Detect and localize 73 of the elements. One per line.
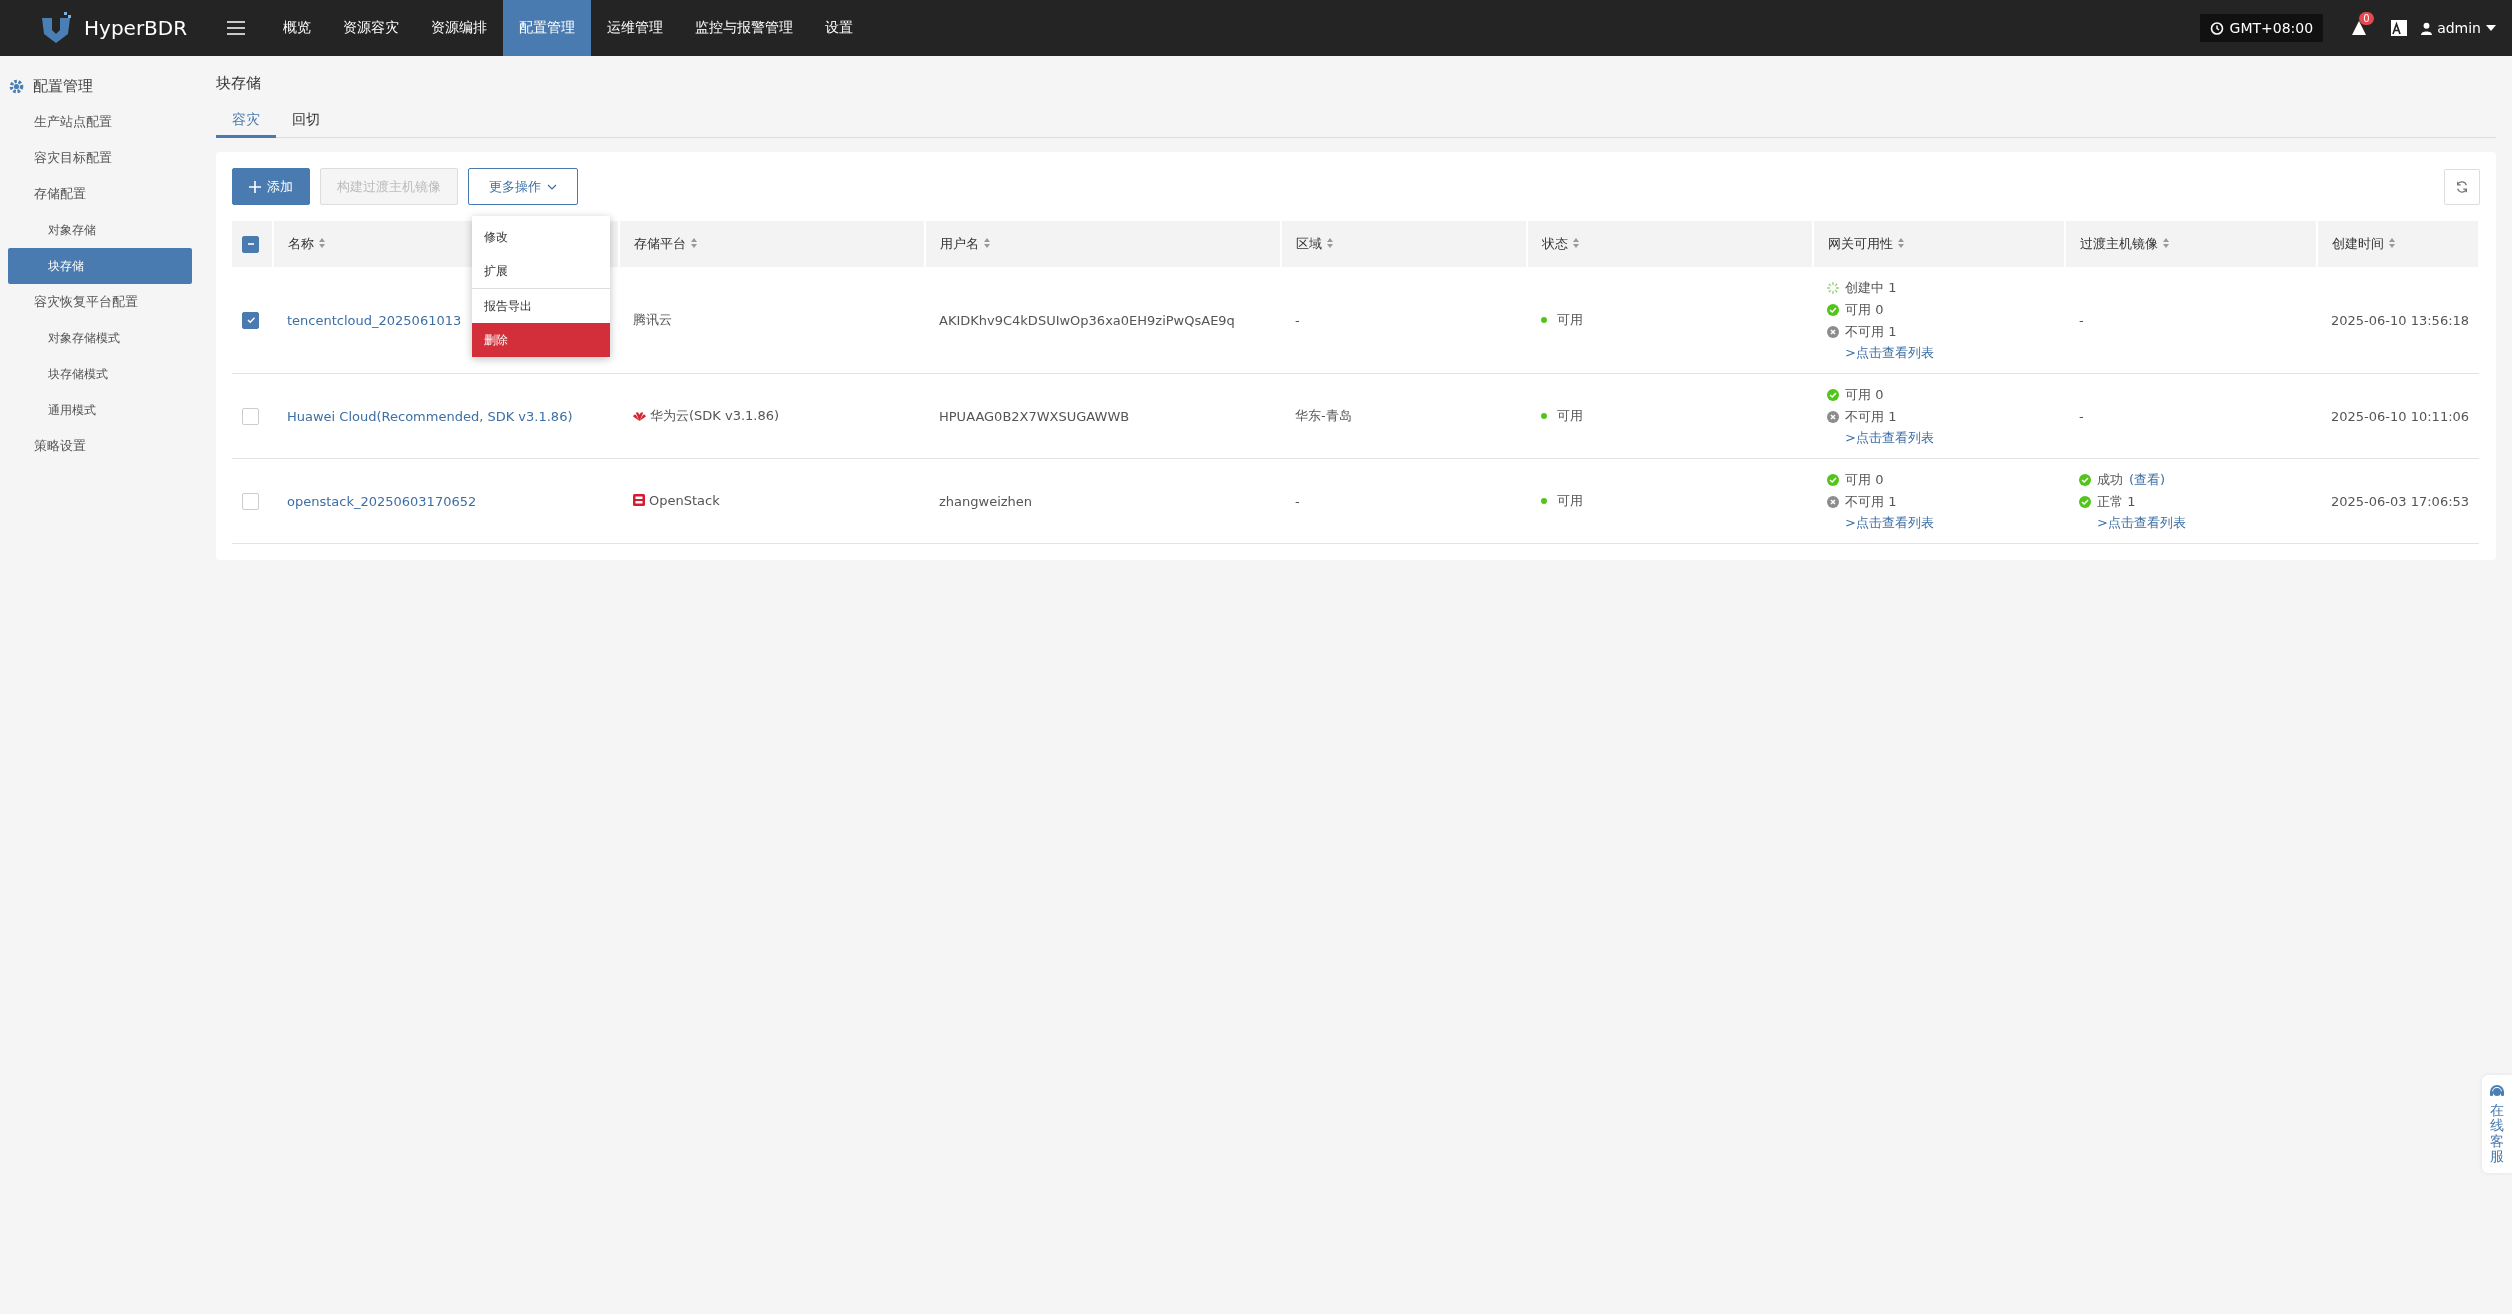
image-status: 成功 <box>2097 471 2123 489</box>
status-text: 可用 <box>1557 407 1583 425</box>
nav-item[interactable]: 资源编排 <box>415 0 504 56</box>
sidebar-item[interactable]: 容灾目标配置 <box>8 140 192 176</box>
sidebar-title: 配置管理 <box>33 76 93 96</box>
region-cell: - <box>1295 312 1300 328</box>
gateway-status: 可用 0 <box>1845 386 1884 404</box>
tab[interactable]: 容灾 <box>216 105 276 138</box>
nav-item[interactable]: 资源容灾 <box>327 0 416 56</box>
column-header[interactable]: 区域 <box>1296 236 1322 251</box>
storage-name-link[interactable]: Huawei Cloud(Recommended, SDK v3.1.86) <box>287 408 573 424</box>
platform-name: 腾讯云 <box>633 311 672 329</box>
platform-name: OpenStack <box>649 492 720 508</box>
online-support-button[interactable]: 在线客服 <box>2482 1075 2512 1173</box>
view-list-link[interactable]: >点击查看列表 <box>2079 513 2317 533</box>
page-title: 块存储 <box>216 74 262 93</box>
gateway-status: 不可用 1 <box>1845 408 1897 426</box>
timezone-button[interactable]: GMT+08:00 <box>2199 14 2324 42</box>
user-menu[interactable]: admin <box>2421 20 2496 36</box>
view-list-link[interactable]: >点击查看列表 <box>1827 343 2065 363</box>
storage-name-link[interactable]: tencentcloud_2025061013 <box>287 312 462 328</box>
status-text: 可用 <box>1557 492 1583 510</box>
add-button[interactable]: 添加 <box>232 168 310 205</box>
nav-item[interactable]: 概览 <box>267 0 328 56</box>
column-header[interactable]: 状态 <box>1542 236 1568 251</box>
menu-item[interactable]: 扩展 <box>472 254 610 288</box>
image-cell: - <box>2079 312 2084 328</box>
brand-name: HyperBDR <box>84 16 188 40</box>
sidebar-item[interactable]: 块存储模式 <box>8 356 192 392</box>
platform-name: 华为云(SDK v3.1.86) <box>650 407 780 425</box>
username-cell: AKIDKhv9C4kDSUIwOp36xa0EH9ziPwQsAE9q <box>939 312 1235 328</box>
column-header[interactable]: 网关可用性 <box>1828 236 1893 251</box>
more-actions-button[interactable]: 更多操作 <box>468 168 578 205</box>
status-text: 可用 <box>1557 311 1583 329</box>
image-status: 正常 1 <box>2097 493 2136 511</box>
sidebar-item[interactable]: 对象存储 <box>8 212 192 248</box>
region-cell: - <box>1295 493 1300 509</box>
alert-count: 0 <box>2359 12 2374 25</box>
nav-item[interactable]: 监控与报警管理 <box>679 0 810 56</box>
created-time: 2025-06-03 17:06:53 <box>2331 493 2470 509</box>
view-list-link[interactable]: >点击查看列表 <box>1827 428 2065 448</box>
gateway-status: 不可用 1 <box>1845 323 1897 341</box>
menu-item[interactable]: 修改 <box>472 220 610 254</box>
storage-name-link[interactable]: openstack_20250603170652 <box>287 493 477 509</box>
nav-item[interactable]: 配置管理 <box>503 0 592 56</box>
image-cell: - <box>2079 408 2084 424</box>
tab[interactable]: 回切 <box>276 105 336 137</box>
menu-item[interactable]: 删除 <box>472 323 610 357</box>
gateway-status: 创建中 1 <box>1845 279 1897 297</box>
username-cell: zhangweizhen <box>939 493 1033 509</box>
view-link[interactable]: (查看) <box>2129 469 2166 491</box>
column-header[interactable]: 创建时间 <box>2332 236 2384 251</box>
sidebar-item[interactable]: 生产站点配置 <box>8 104 192 140</box>
sidebar-item[interactable]: 通用模式 <box>8 392 192 428</box>
gateway-status: 可用 0 <box>1845 471 1884 489</box>
sidebar-item[interactable]: 对象存储模式 <box>8 320 192 356</box>
gateway-status: 不可用 1 <box>1845 493 1897 511</box>
gateway-status: 可用 0 <box>1845 301 1884 319</box>
column-header[interactable]: 过渡主机镜像 <box>2080 236 2158 251</box>
username-cell: HPUAAG0B2X7WXSUGAWWB <box>939 408 1130 424</box>
region-cell: 华东-青岛 <box>1295 408 1352 423</box>
nav-item[interactable]: 运维管理 <box>591 0 680 56</box>
sidebar-item[interactable]: 块存储 <box>8 248 192 284</box>
column-header[interactable]: 存储平台 <box>634 236 686 251</box>
column-header[interactable]: 用户名 <box>940 236 979 251</box>
created-time: 2025-06-10 10:11:06 <box>2331 408 2470 424</box>
view-list-link[interactable]: >点击查看列表 <box>1827 513 2065 533</box>
sidebar-item[interactable]: 策略设置 <box>8 428 192 464</box>
sidebar-item[interactable]: 容灾恢复平台配置 <box>8 284 192 320</box>
created-time: 2025-06-10 13:56:18 <box>2331 312 2470 328</box>
sidebar-item[interactable]: 存储配置 <box>8 176 192 212</box>
column-header[interactable]: 名称 <box>288 236 314 251</box>
nav-item[interactable]: 设置 <box>809 0 870 56</box>
